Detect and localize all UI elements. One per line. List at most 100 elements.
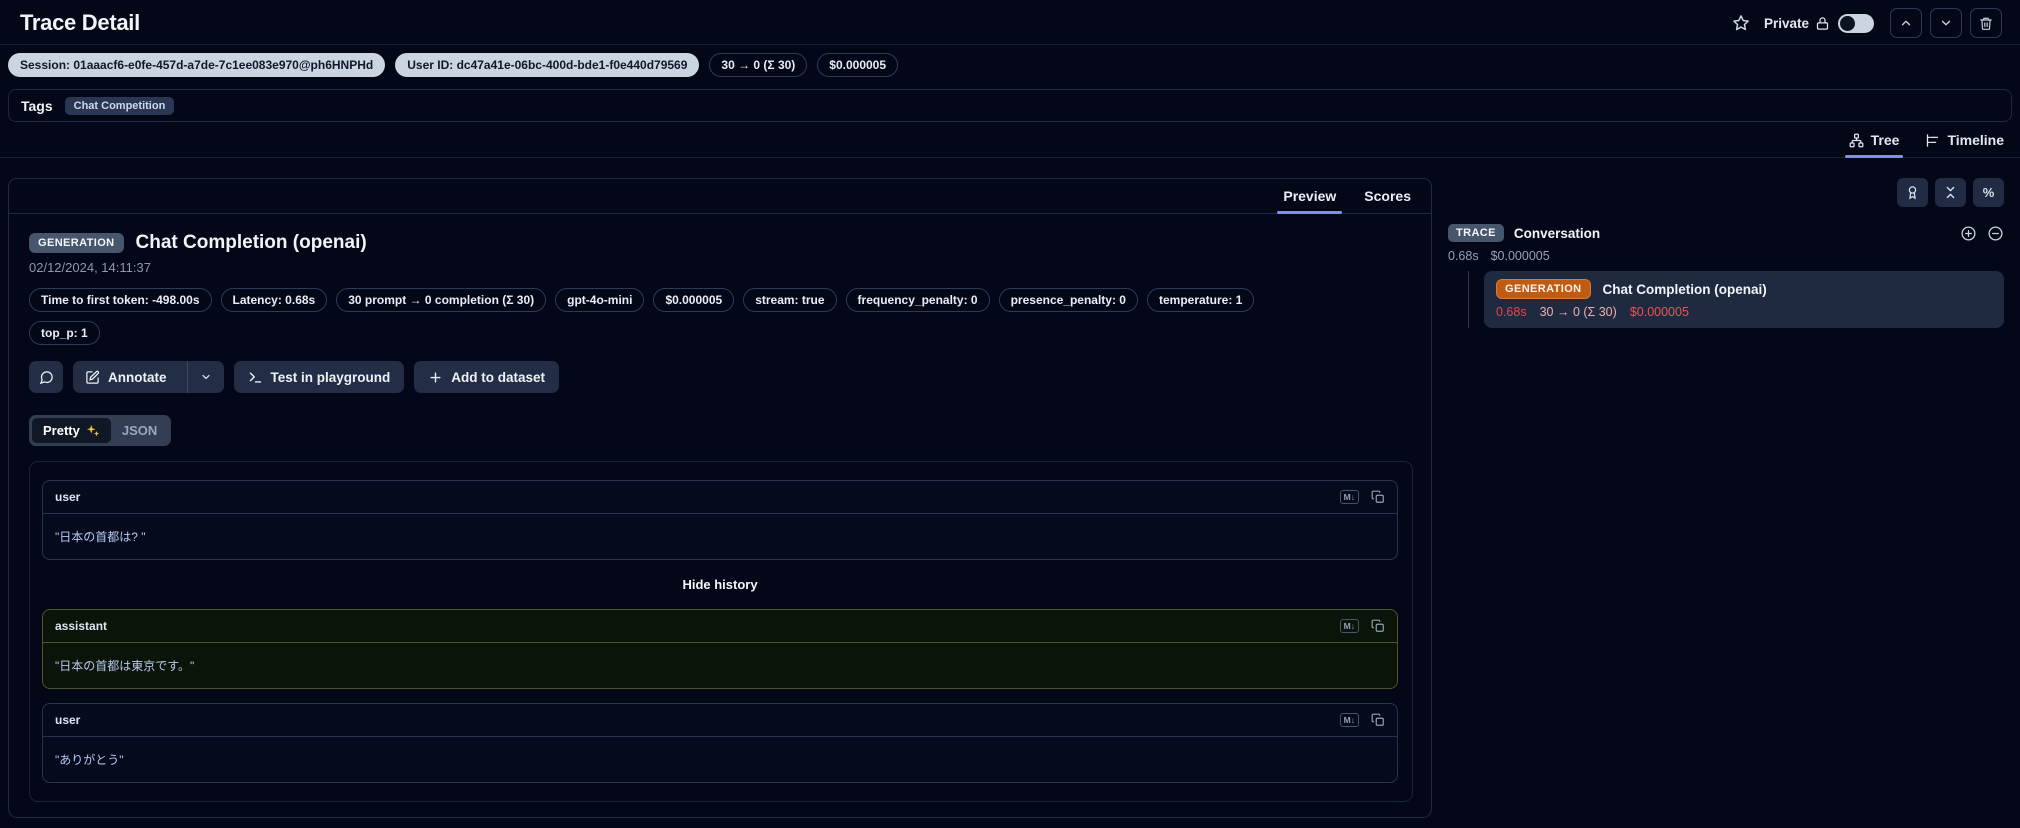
- message-role: assistant: [55, 619, 108, 633]
- metric-presence-penalty: presence_penalty: 0: [998, 288, 1138, 312]
- metric-token-usage: 30 prompt → 0 completion (Σ 30): [336, 288, 547, 312]
- tab-tree[interactable]: Tree: [1844, 132, 1904, 158]
- toggle-knob: [1840, 15, 1855, 31]
- tags-label: Tags: [21, 97, 53, 114]
- message-role: user: [55, 490, 81, 504]
- messages-container: user M↓ "日本の首都は? " Hide history assistan…: [29, 461, 1413, 802]
- expand-all-button[interactable]: [1960, 225, 1977, 242]
- json-label: JSON: [121, 423, 158, 438]
- message-content: "日本の首都は? ": [55, 530, 146, 544]
- markdown-toggle-icon[interactable]: M↓: [1339, 490, 1359, 504]
- test-in-playground-button[interactable]: Test in playground: [233, 361, 405, 393]
- terminal-icon: [248, 370, 263, 385]
- observation-title: Chat Completion (openai): [135, 232, 367, 253]
- metric-top-p: top_p: 1: [29, 321, 100, 345]
- tree-branch: GENERATION Chat Completion (openai) 0.68…: [1468, 271, 2004, 328]
- chevron-down-icon: [200, 371, 212, 383]
- add-to-dataset-button[interactable]: Add to dataset: [414, 361, 560, 393]
- metrics-row-1: Time to first token: -498.00s Latency: 0…: [29, 288, 1411, 312]
- privacy-label: Private: [1763, 15, 1809, 31]
- message-circle-icon: [39, 370, 54, 385]
- sparkles-icon: [86, 424, 100, 438]
- generation-tokens: 30 → 0 (Σ 30): [1539, 305, 1617, 319]
- metrics-display-button[interactable]: %: [1973, 178, 2004, 207]
- generation-latency: 0.68s: [1496, 305, 1527, 319]
- metric-temperature: temperature: 1: [1146, 288, 1255, 312]
- annotate-split-button: Annotate: [73, 361, 224, 393]
- lock-icon: [1815, 16, 1830, 31]
- prev-trace-button[interactable]: [1890, 8, 1922, 38]
- playground-label: Test in playground: [270, 369, 391, 385]
- copy-icon[interactable]: [1371, 713, 1385, 727]
- star-icon: [1732, 14, 1750, 32]
- trace-cost: $0.000005: [1490, 249, 1550, 263]
- copy-icon[interactable]: [1371, 619, 1385, 633]
- format-json-segment[interactable]: JSON: [111, 418, 168, 443]
- public-toggle[interactable]: [1838, 13, 1874, 33]
- plus-icon: [428, 370, 443, 385]
- message-assistant: assistant M↓ "日本の首都は東京です。": [42, 609, 1398, 689]
- trace-latency: 0.68s: [1448, 249, 1479, 263]
- timeline-icon: [1925, 133, 1940, 148]
- metric-frequency-penalty: frequency_penalty: 0: [845, 288, 990, 312]
- actions-row: Annotate Test in playground Add to datas…: [29, 361, 1411, 393]
- percent-icon: %: [1982, 185, 1995, 200]
- chevron-up-icon: [1899, 16, 1913, 30]
- metric-time-to-first-token: Time to first token: -498.00s: [29, 288, 212, 312]
- scores-toggle-button[interactable]: [1897, 178, 1928, 207]
- markdown-toggle-icon[interactable]: M↓: [1339, 619, 1359, 633]
- delete-trace-button[interactable]: [1970, 8, 2002, 38]
- next-trace-button[interactable]: [1930, 8, 1962, 38]
- trace-badges-row: Session: 01aaacf6-e0fe-457d-a7de-7c1ee08…: [0, 45, 2020, 83]
- session-badge[interactable]: Session: 01aaacf6-e0fe-457d-a7de-7c1ee08…: [8, 53, 386, 77]
- metrics-row-2: top_p: 1: [29, 321, 1411, 345]
- metric-stream: stream: true: [743, 288, 837, 312]
- format-toggle: Pretty JSON: [29, 415, 172, 446]
- tab-preview[interactable]: Preview: [1277, 188, 1343, 214]
- tree-icon: [1849, 133, 1864, 148]
- format-pretty-segment[interactable]: Pretty: [32, 418, 111, 443]
- message-user-1: user M↓ "日本の首都は? ": [42, 480, 1398, 560]
- observation-timestamp: 02/12/2024, 14:11:37: [29, 260, 151, 275]
- tab-scores[interactable]: Scores: [1364, 188, 1411, 213]
- token-usage-badge: 30 → 0 (Σ 30): [709, 53, 808, 77]
- bookmark-star-button[interactable]: [1728, 10, 1754, 36]
- trace-type-badge: TRACE: [1448, 224, 1504, 242]
- trace-tree-sidebar: % TRACE Conversation 0.68s $0.000005 GEN…: [1432, 158, 2020, 328]
- pretty-label: Pretty: [43, 423, 80, 438]
- pen-square-icon: [85, 370, 100, 385]
- metric-latency: Latency: 0.68s: [220, 288, 328, 312]
- hide-history-toggle[interactable]: Hide history: [42, 574, 1398, 595]
- top-header: Trace Detail Private: [0, 0, 2020, 44]
- tag-chip[interactable]: Chat Competition: [64, 96, 175, 115]
- markdown-toggle-icon[interactable]: M↓: [1339, 713, 1359, 727]
- chevrons-collapse-icon: [1943, 185, 1958, 200]
- generation-cost: $0.000005: [1629, 305, 1689, 319]
- generation-tree-node[interactable]: GENERATION Chat Completion (openai) 0.68…: [1484, 271, 2004, 328]
- trace-tree-root[interactable]: TRACE Conversation: [1448, 224, 2004, 242]
- panel-tabs: Preview Scores: [9, 179, 1431, 214]
- plus-circle-icon: [1960, 225, 1977, 242]
- trash-icon: [1979, 16, 1993, 31]
- add-dataset-label: Add to dataset: [451, 369, 546, 385]
- message-role: user: [55, 713, 81, 727]
- copy-icon[interactable]: [1371, 490, 1385, 504]
- comments-button[interactable]: [29, 361, 63, 393]
- message-content: "ありがとう": [55, 753, 124, 767]
- message-content: "日本の首都は東京です。": [55, 659, 195, 673]
- collapse-tree-button[interactable]: [1987, 225, 2004, 242]
- chevron-down-icon: [1939, 16, 1953, 30]
- user-id-badge[interactable]: User ID: dc47a41e-06bc-400d-bde1-f0e440d…: [395, 53, 700, 77]
- observation-panel: Preview Scores GENERATION Chat Completio…: [8, 178, 1432, 818]
- trace-name: Conversation: [1513, 225, 1601, 241]
- annotate-label: Annotate: [108, 369, 167, 385]
- collapse-all-button[interactable]: [1935, 178, 1966, 207]
- view-tabs: Tree Timeline: [0, 122, 2020, 158]
- tab-timeline[interactable]: Timeline: [1925, 132, 2004, 157]
- cost-badge: $0.000005: [817, 53, 899, 77]
- metric-model: gpt-4o-mini: [555, 288, 645, 312]
- tags-container: Tags Chat Competition: [8, 89, 2012, 122]
- annotate-dropdown-button[interactable]: [186, 361, 224, 393]
- observation-type-badge: GENERATION: [29, 233, 124, 253]
- annotate-button[interactable]: Annotate: [73, 361, 179, 393]
